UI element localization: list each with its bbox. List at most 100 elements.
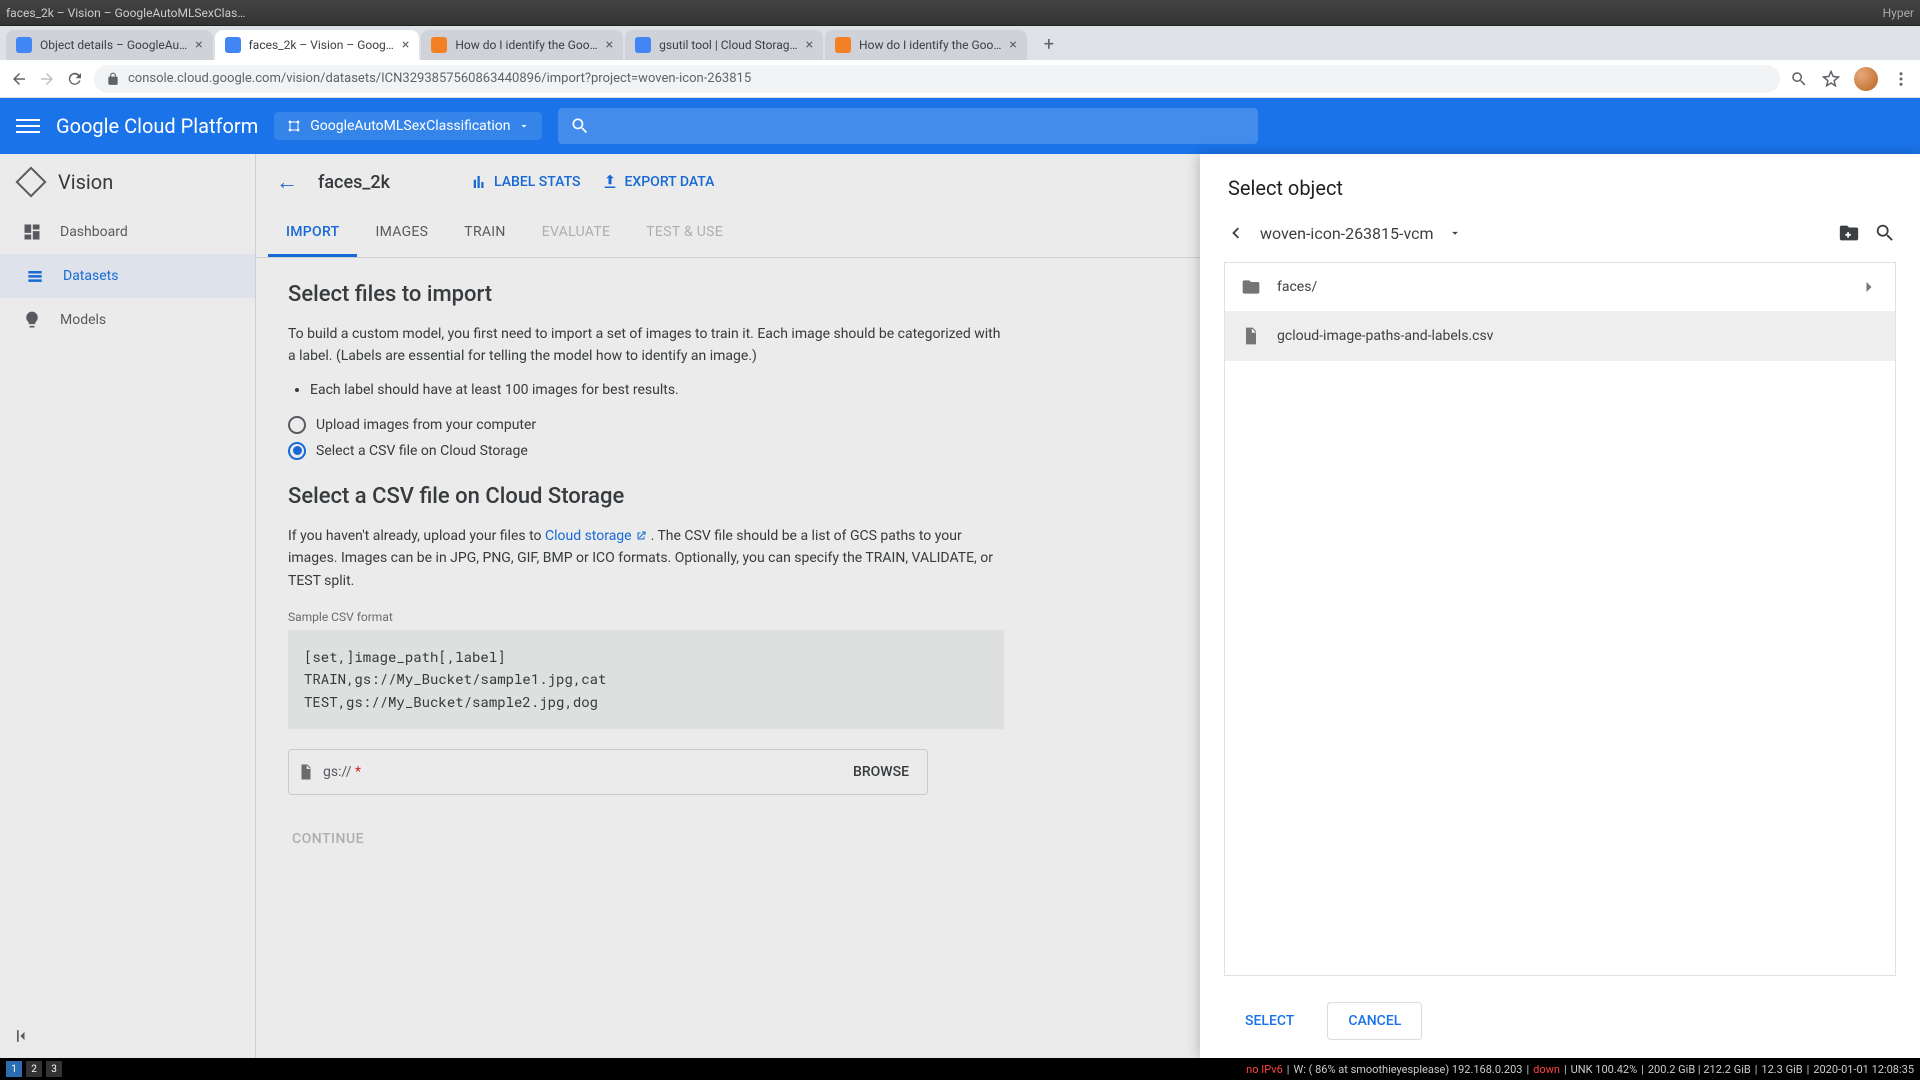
sidenav-label: Datasets xyxy=(63,268,118,284)
bucket-name[interactable]: woven-icon-263815-vcm xyxy=(1260,224,1434,243)
export-data-button[interactable]: EXPORT DATA xyxy=(601,173,715,191)
sidenav-item-datasets[interactable]: Datasets xyxy=(0,254,255,298)
sidenav-item-dashboard[interactable]: Dashboard xyxy=(0,210,255,254)
project-picker[interactable]: GoogleAutoMLSexClassification xyxy=(274,112,542,140)
chevron-down-icon[interactable] xyxy=(1448,226,1462,240)
tab-label: How do I identify the Goo… xyxy=(455,38,597,52)
dashboard-icon xyxy=(22,222,42,242)
tab-import[interactable]: IMPORT xyxy=(268,210,357,257)
tab-label: faces_2k – Vision – Goog… xyxy=(249,38,394,52)
browser-tab[interactable]: How do I identify the Goo… × xyxy=(825,30,1027,60)
status-disk: 12.3 GiB xyxy=(1761,1063,1802,1076)
search-icon xyxy=(570,116,590,136)
csv-heading: Select a CSV file on Cloud Storage xyxy=(288,484,1004,509)
collapse-sidenav-icon[interactable] xyxy=(12,1026,32,1046)
os-titlebar: faces_2k – Vision – GoogleAutoMLSexClas…… xyxy=(0,0,1920,26)
reload-icon[interactable] xyxy=(66,70,84,88)
product-name: Vision xyxy=(58,170,113,194)
workspace-1[interactable]: 1 xyxy=(6,1061,22,1077)
close-icon[interactable]: × xyxy=(606,38,613,52)
address-bar[interactable]: console.cloud.google.com/vision/datasets… xyxy=(94,65,1780,93)
browser-tab-active[interactable]: faces_2k – Vision – Goog… × xyxy=(215,30,420,60)
browser-tab[interactable]: gsutil tool | Cloud Storag… × xyxy=(625,30,823,60)
favicon-icon xyxy=(431,37,447,53)
project-name: GoogleAutoMLSexClassification xyxy=(310,118,510,134)
browser-tab[interactable]: How do I identify the Goo… × xyxy=(421,30,623,60)
favicon-icon xyxy=(225,37,241,53)
tab-images[interactable]: IMAGES xyxy=(357,210,446,257)
close-icon[interactable]: × xyxy=(806,38,813,52)
radio-icon-selected xyxy=(288,442,306,460)
close-icon[interactable]: × xyxy=(195,38,202,52)
list-item-label: gcloud-image-paths-and-labels.csv xyxy=(1277,328,1493,344)
workspace-3[interactable]: 3 xyxy=(46,1061,62,1077)
star-icon[interactable] xyxy=(1822,70,1840,88)
gcp-logo[interactable]: Google Cloud Platform xyxy=(56,114,258,138)
bar-chart-icon xyxy=(470,173,488,191)
status-unk: UNK 100.42% xyxy=(1571,1063,1637,1076)
bucket-crumb: woven-icon-263815-vcm xyxy=(1200,212,1920,254)
object-list: faces/ gcloud-image-paths-and-labels.csv xyxy=(1224,262,1896,976)
sidenav: Vision Dashboard Datasets Models xyxy=(0,154,256,1058)
window-title-right: Hyper xyxy=(1883,6,1914,20)
tab-evaluate: EVALUATE xyxy=(524,210,629,257)
status-down: down xyxy=(1533,1063,1560,1076)
crumb-back-icon[interactable] xyxy=(1224,222,1246,244)
sample-code: [set,]image_path[,label] TRAIN,gs://My_B… xyxy=(288,630,1004,729)
gs-path-row: gs:// * BROWSE xyxy=(288,749,928,795)
datasets-icon xyxy=(25,266,45,286)
vision-icon xyxy=(15,166,46,197)
workspace-2[interactable]: 2 xyxy=(26,1061,42,1077)
tab-train[interactable]: TRAIN xyxy=(446,210,523,257)
taskbar: 1 2 3 no IPv6 | W: ( 86% at smoothieyesp… xyxy=(0,1058,1920,1080)
forward-icon[interactable] xyxy=(38,70,56,88)
label-stats-label: LABEL STATS xyxy=(494,174,580,190)
sample-label: Sample CSV format xyxy=(288,610,1004,624)
sidenav-label: Models xyxy=(60,312,106,328)
hamburger-icon[interactable] xyxy=(16,119,40,133)
new-folder-icon[interactable] xyxy=(1838,222,1860,244)
kebab-icon[interactable] xyxy=(1892,70,1910,88)
gs-path-input[interactable] xyxy=(361,764,835,780)
back-arrow-icon[interactable]: ← xyxy=(276,169,298,195)
csv-desc: If you haven't already, upload your file… xyxy=(288,525,1004,592)
gcp-search[interactable] xyxy=(558,108,1258,144)
sidenav-item-models[interactable]: Models xyxy=(0,298,255,342)
search-icon[interactable] xyxy=(1874,222,1896,244)
close-icon[interactable]: × xyxy=(1009,38,1016,52)
file-icon xyxy=(289,763,323,781)
sidenav-label: Dashboard xyxy=(60,224,128,240)
favicon-icon xyxy=(16,37,32,53)
gcp-topbar: Google Cloud Platform GoogleAutoMLSexCla… xyxy=(0,98,1920,154)
label-stats-button[interactable]: LABEL STATS xyxy=(470,173,580,191)
back-icon[interactable] xyxy=(10,70,28,88)
tab-test: TEST & USE xyxy=(628,210,741,257)
radio-upload[interactable]: Upload images from your computer xyxy=(288,416,1004,434)
cancel-button[interactable]: CANCEL xyxy=(1327,1002,1422,1040)
product-header: Vision xyxy=(0,154,255,210)
browser-tab[interactable]: Object details – GoogleAu… × xyxy=(6,30,213,60)
cloud-storage-link[interactable]: Cloud storage xyxy=(545,528,647,544)
panel-actions: SELECT CANCEL xyxy=(1200,984,1920,1058)
favicon-icon xyxy=(835,37,851,53)
list-item-file[interactable]: gcloud-image-paths-and-labels.csv xyxy=(1225,312,1895,361)
url-text: console.cloud.google.com/vision/datasets… xyxy=(128,71,751,86)
file-icon xyxy=(1241,326,1261,346)
browse-button[interactable]: BROWSE xyxy=(835,750,927,794)
export-icon xyxy=(601,173,619,191)
zoom-icon[interactable] xyxy=(1790,70,1808,88)
models-icon xyxy=(22,310,42,330)
profile-avatar[interactable] xyxy=(1854,67,1878,91)
radio-label: Upload images from your computer xyxy=(316,417,536,433)
tab-label: gsutil tool | Cloud Storag… xyxy=(659,38,797,52)
close-icon[interactable]: × xyxy=(402,38,409,52)
select-button[interactable]: SELECT xyxy=(1224,1002,1315,1040)
new-tab-button[interactable]: + xyxy=(1035,30,1063,58)
chevron-down-icon xyxy=(518,120,530,132)
list-item-folder[interactable]: faces/ xyxy=(1225,263,1895,312)
status-mem: 200.2 GiB | 212.2 GiB xyxy=(1648,1063,1751,1076)
project-icon xyxy=(286,118,302,134)
status-wifi: W: ( 86% at smoothieyesplease) 192.168.0… xyxy=(1293,1063,1522,1076)
radio-csv[interactable]: Select a CSV file on Cloud Storage xyxy=(288,442,1004,460)
window-title: faces_2k – Vision – GoogleAutoMLSexClas… xyxy=(6,6,245,20)
